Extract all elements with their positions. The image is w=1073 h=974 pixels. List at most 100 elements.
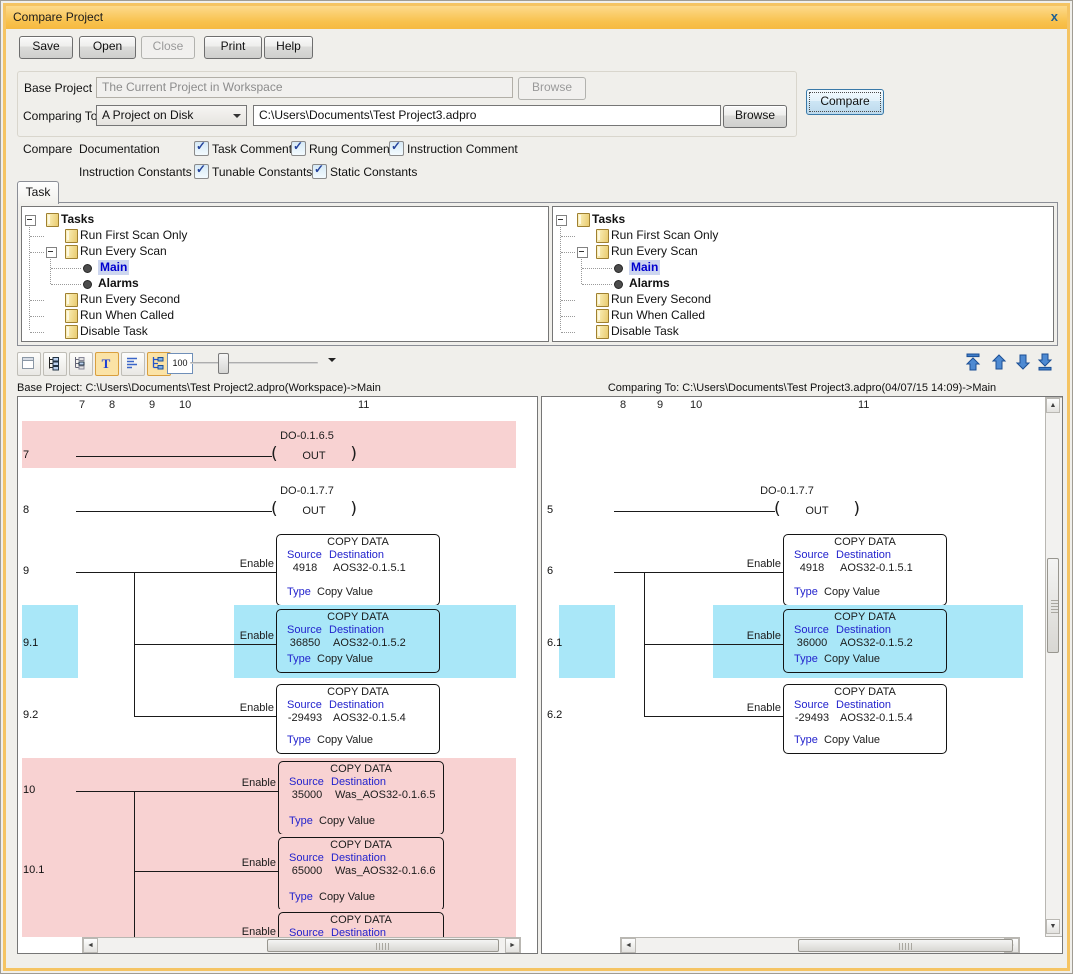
tree-item-run-first-scan-only[interactable]: Run First Scan Only — [22, 228, 548, 244]
zoom-slider-handle[interactable] — [218, 353, 229, 374]
comparing-panel-header: Comparing To: C:\Users\Documents\Test Pr… — [541, 382, 1063, 396]
print-button[interactable]: Print — [204, 36, 262, 59]
tree-item-alarms[interactable]: Alarms — [22, 276, 548, 292]
tree-item-run-every-second[interactable]: Run Every Second — [22, 292, 548, 308]
rung-row-6.2[interactable]: 6.2EnableCOPY DATASourceDestination-2949… — [542, 678, 1062, 754]
scrollbar-thumb[interactable] — [1047, 558, 1059, 653]
rung-row-5[interactable]: 5DO-0.1.7.7(OUT) — [542, 474, 1062, 521]
previous-difference-button[interactable] — [989, 352, 1009, 374]
scroll-left-icon[interactable]: ◄ — [83, 938, 98, 953]
tree-item-run-every-second[interactable]: Run Every Second — [553, 292, 1053, 308]
tab-task[interactable]: Task — [17, 181, 59, 204]
tree-label: Run Every Second — [611, 292, 711, 307]
tree-item-run-every-scan[interactable]: Run Every Scan — [22, 244, 548, 260]
first-difference-button[interactable] — [963, 352, 983, 374]
base-task-tree[interactable]: TasksRun First Scan OnlyRun Every ScanMa… — [21, 206, 549, 342]
show-differences-button[interactable] — [43, 352, 67, 376]
comparing-browse-button[interactable]: Browse — [723, 105, 787, 128]
save-button[interactable]: Save — [19, 36, 73, 59]
page-view-button[interactable] — [17, 352, 41, 376]
minus-glyph — [579, 251, 584, 252]
tree-item-disable-task[interactable]: Disable Task — [553, 324, 1053, 340]
tree-root-tasks[interactable]: Tasks — [553, 212, 1053, 228]
tree-item-run-every-scan[interactable]: Run Every Scan — [553, 244, 1053, 260]
vertical-scrollbar[interactable]: ▲▼ — [1045, 397, 1063, 937]
type-value: Copy Value — [319, 815, 375, 827]
rung-row-9[interactable]: 9EnableCOPY DATASourceDestination4918AOS… — [18, 531, 537, 605]
tree-connector — [582, 284, 612, 285]
rung-row-7[interactable]: 7DO-0.1.6.5(OUT) — [18, 421, 537, 468]
scrollbar-thumb[interactable] — [798, 939, 1013, 952]
rung-row-6.1[interactable]: 6.1EnableCOPY DATASourceDestination36000… — [542, 605, 1062, 678]
comparing-to-path-field[interactable]: C:\Users\Documents\Test Project3.adpro — [253, 105, 721, 126]
rung-row-8[interactable]: 8DO-0.1.7.7(OUT) — [18, 474, 537, 521]
slider-dropdown-icon[interactable] — [328, 358, 336, 362]
tree-connector — [582, 268, 612, 269]
static-constants-checkbox[interactable]: ✓ — [312, 164, 327, 179]
minus-glyph — [558, 219, 563, 220]
tree-item-run-first-scan-only[interactable]: Run First Scan Only — [553, 228, 1053, 244]
rung-comment-label: Rung Comment — [309, 142, 393, 156]
scroll-right-icon[interactable]: ► — [505, 938, 520, 953]
tree-item-alarms[interactable]: Alarms — [553, 276, 1053, 292]
tree-item-run-when-called[interactable]: Run When Called — [22, 308, 548, 324]
tree-item-run-when-called[interactable]: Run When Called — [553, 308, 1053, 324]
zoom-slider-track[interactable] — [190, 362, 318, 364]
expander-minus-icon[interactable] — [46, 247, 57, 258]
horizontal-scrollbar[interactable]: ◄► — [82, 937, 521, 954]
tree-label: Tasks — [61, 212, 94, 227]
type-label: Type — [287, 586, 311, 598]
scroll-left-icon[interactable]: ◄ — [621, 938, 636, 953]
rung-row-10.1[interactable]: 10.1EnableCOPY DATASourceDestination6500… — [18, 834, 537, 909]
rung-number: 9 — [23, 565, 29, 577]
rung-row-partial[interactable]: EnableCOPY DATASourceDestination — [18, 909, 537, 937]
rung-row-9.1[interactable]: 9.1EnableCOPY DATASourceDestination36850… — [18, 605, 537, 678]
tree-label: Alarms — [629, 276, 670, 291]
tree-connector — [561, 300, 575, 301]
scroll-up-icon[interactable]: ▲ — [1046, 398, 1060, 413]
source-value: 4918 — [784, 562, 840, 574]
comparing-task-tree[interactable]: TasksRun First Scan OnlyRun Every ScanMa… — [552, 206, 1054, 342]
zoom-level-field[interactable]: 100 — [167, 353, 193, 374]
show-text-button[interactable]: T — [95, 352, 119, 376]
instruction-comment-checkbox[interactable]: ✓ — [389, 141, 404, 156]
open-button[interactable]: Open — [79, 36, 136, 59]
source-label: Source — [794, 624, 829, 636]
rung-row-10[interactable]: 10EnableCOPY DATASourceDestination35000W… — [18, 758, 537, 834]
close-icon[interactable]: x — [1051, 9, 1058, 24]
last-difference-button[interactable] — [1035, 352, 1055, 374]
tree-item-main[interactable]: Main — [22, 260, 548, 276]
comparing-to-dropdown[interactable]: A Project on Disk — [96, 105, 247, 126]
destination-label: Destination — [329, 549, 384, 561]
comparing-to-label: Comparing To — [23, 109, 97, 123]
left-panel-content[interactable]: 78910117DO-0.1.6.5(OUT)8DO-0.1.7.7(OUT)9… — [17, 396, 538, 954]
right-panel-content[interactable]: 8910115DO-0.1.7.7(OUT)6EnableCOPY DATASo… — [541, 396, 1063, 954]
scroll-down-icon[interactable]: ▼ — [1046, 919, 1060, 934]
horizontal-scrollbar[interactable]: ◄► — [620, 937, 1020, 954]
tree-item-main[interactable]: Main — [553, 260, 1053, 276]
ruler-number: 8 — [109, 399, 115, 411]
copy-data-box: COPY DATASourceDestination4918AOS32-0.1.… — [783, 534, 947, 605]
tree-item-disable-task[interactable]: Disable Task — [22, 324, 548, 340]
base-project-field: The Current Project in Workspace — [96, 77, 513, 98]
help-button[interactable]: Help — [264, 36, 313, 59]
task-comment-checkbox[interactable]: ✓ — [194, 141, 209, 156]
expander-minus-icon[interactable] — [556, 215, 567, 226]
folder-icon — [596, 325, 609, 339]
tree-root-tasks[interactable]: Tasks — [22, 212, 548, 228]
expander-minus-icon[interactable] — [25, 215, 36, 226]
rung-row-6[interactable]: 6EnableCOPY DATASourceDestination4918AOS… — [542, 531, 1062, 605]
rung-row-9.2[interactable]: 9.2EnableCOPY DATASourceDestination-2949… — [18, 678, 537, 754]
branch-wire — [644, 572, 645, 605]
show-comments-button[interactable] — [121, 352, 145, 376]
compare-button[interactable]: Compare — [806, 89, 884, 115]
title-bar[interactable]: Compare Project x — [6, 6, 1067, 29]
scrollbar-thumb[interactable] — [267, 939, 499, 952]
tree-connector — [561, 316, 575, 317]
rung-comment-checkbox[interactable]: ✓ — [291, 141, 306, 156]
next-difference-button[interactable] — [1013, 352, 1033, 374]
expander-minus-icon[interactable] — [577, 247, 588, 258]
tunable-constants-checkbox[interactable]: ✓ — [194, 164, 209, 179]
type-value: Copy Value — [824, 653, 880, 665]
show-changed-rungs-button[interactable] — [69, 352, 93, 376]
